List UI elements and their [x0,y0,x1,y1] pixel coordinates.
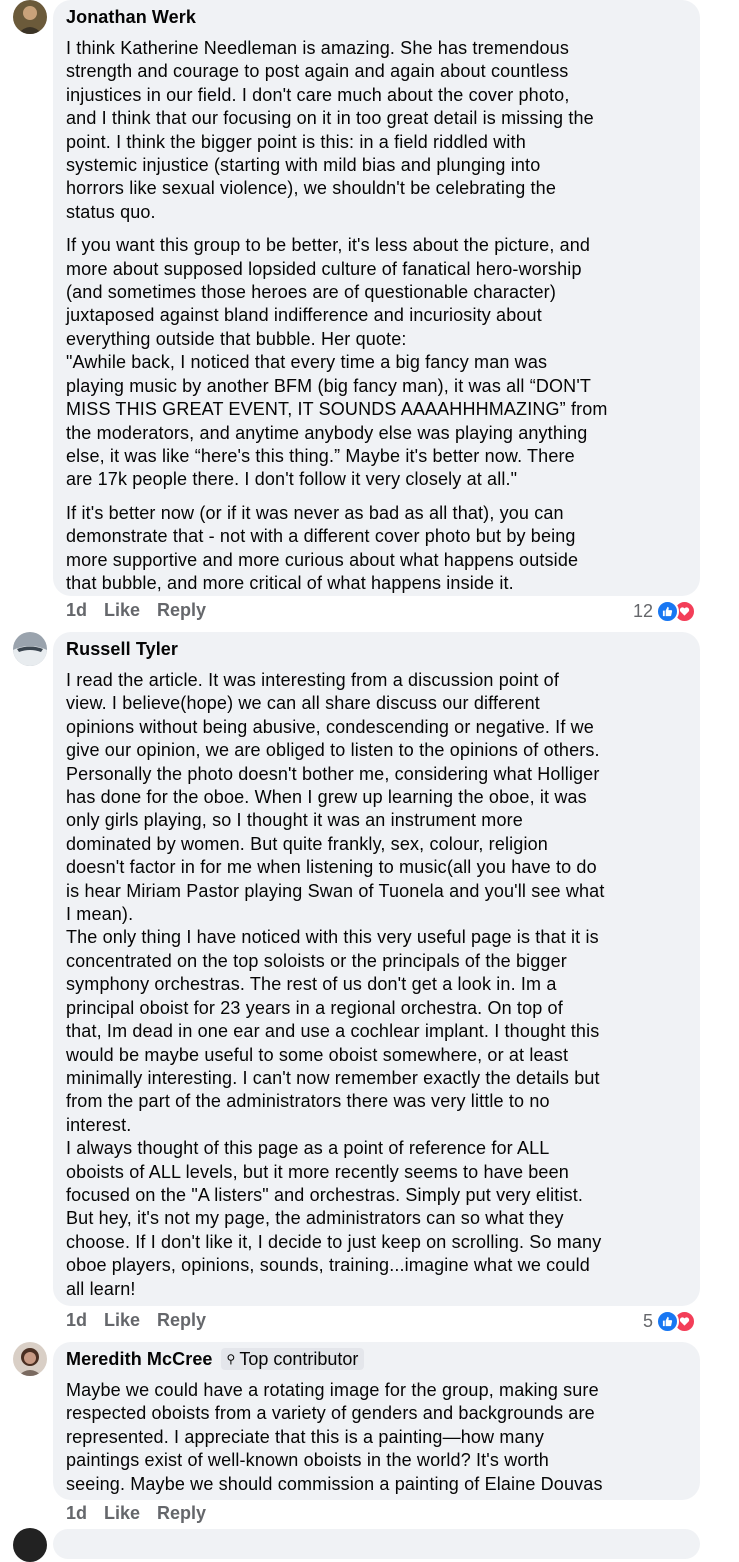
reply-button[interactable]: Reply [157,1310,206,1331]
avatar[interactable] [13,632,47,666]
reaction-summary[interactable]: 12 [633,600,696,623]
comment-author[interactable]: Meredith McCree [66,1349,213,1370]
like-icon [656,1310,679,1333]
comment-bubble: Jonathan Werk I think Katherine Needlema… [53,0,700,596]
comment-timestamp[interactable]: 1d [66,1503,87,1524]
like-button[interactable]: Like [104,1503,140,1524]
comment-timestamp[interactable]: 1d [66,1310,87,1331]
comment-text: If you want this group to be better, it'… [66,235,608,490]
comment-bubble [53,1529,700,1559]
reaction-count: 5 [642,1311,653,1331]
comment-text: Maybe we could have a rotating image for… [66,1380,603,1494]
like-icon [656,600,679,623]
comment-text: If it's better now (or if it was never a… [66,502,579,593]
comment-actions: 1d Like Reply [66,1310,223,1331]
comment-actions: 1d Like Reply [66,1503,223,1524]
reaction-summary[interactable]: 5 [643,1310,696,1333]
reply-button[interactable]: Reply [157,600,206,621]
comment-timestamp[interactable]: 1d [66,600,87,621]
like-button[interactable]: Like [104,600,140,621]
badge-label: Top contributor [239,1348,359,1369]
reaction-count: 12 [632,601,653,621]
avatar[interactable] [13,0,47,34]
top-contributor-badge[interactable]: ⚲ Top contributor [220,1348,365,1370]
comment-text: I read the article. It was interesting f… [66,670,605,1299]
reply-button[interactable]: Reply [157,1503,206,1524]
avatar[interactable] [13,1342,47,1376]
comment-bubble: Russell Tyler I read the article. It was… [53,632,700,1306]
comment-author[interactable]: Russell Tyler [66,639,178,660]
comment-text: I think Katherine Needleman is amazing. … [66,38,594,222]
badge-icon: ⚲ [226,1352,236,1366]
like-button[interactable]: Like [104,1310,140,1331]
comment-author[interactable]: Jonathan Werk [66,7,196,28]
comment-actions: 1d Like Reply [66,600,223,621]
comment-bubble: Meredith McCree ⚲ Top contributor Maybe … [53,1342,700,1500]
avatar[interactable] [13,1528,47,1562]
